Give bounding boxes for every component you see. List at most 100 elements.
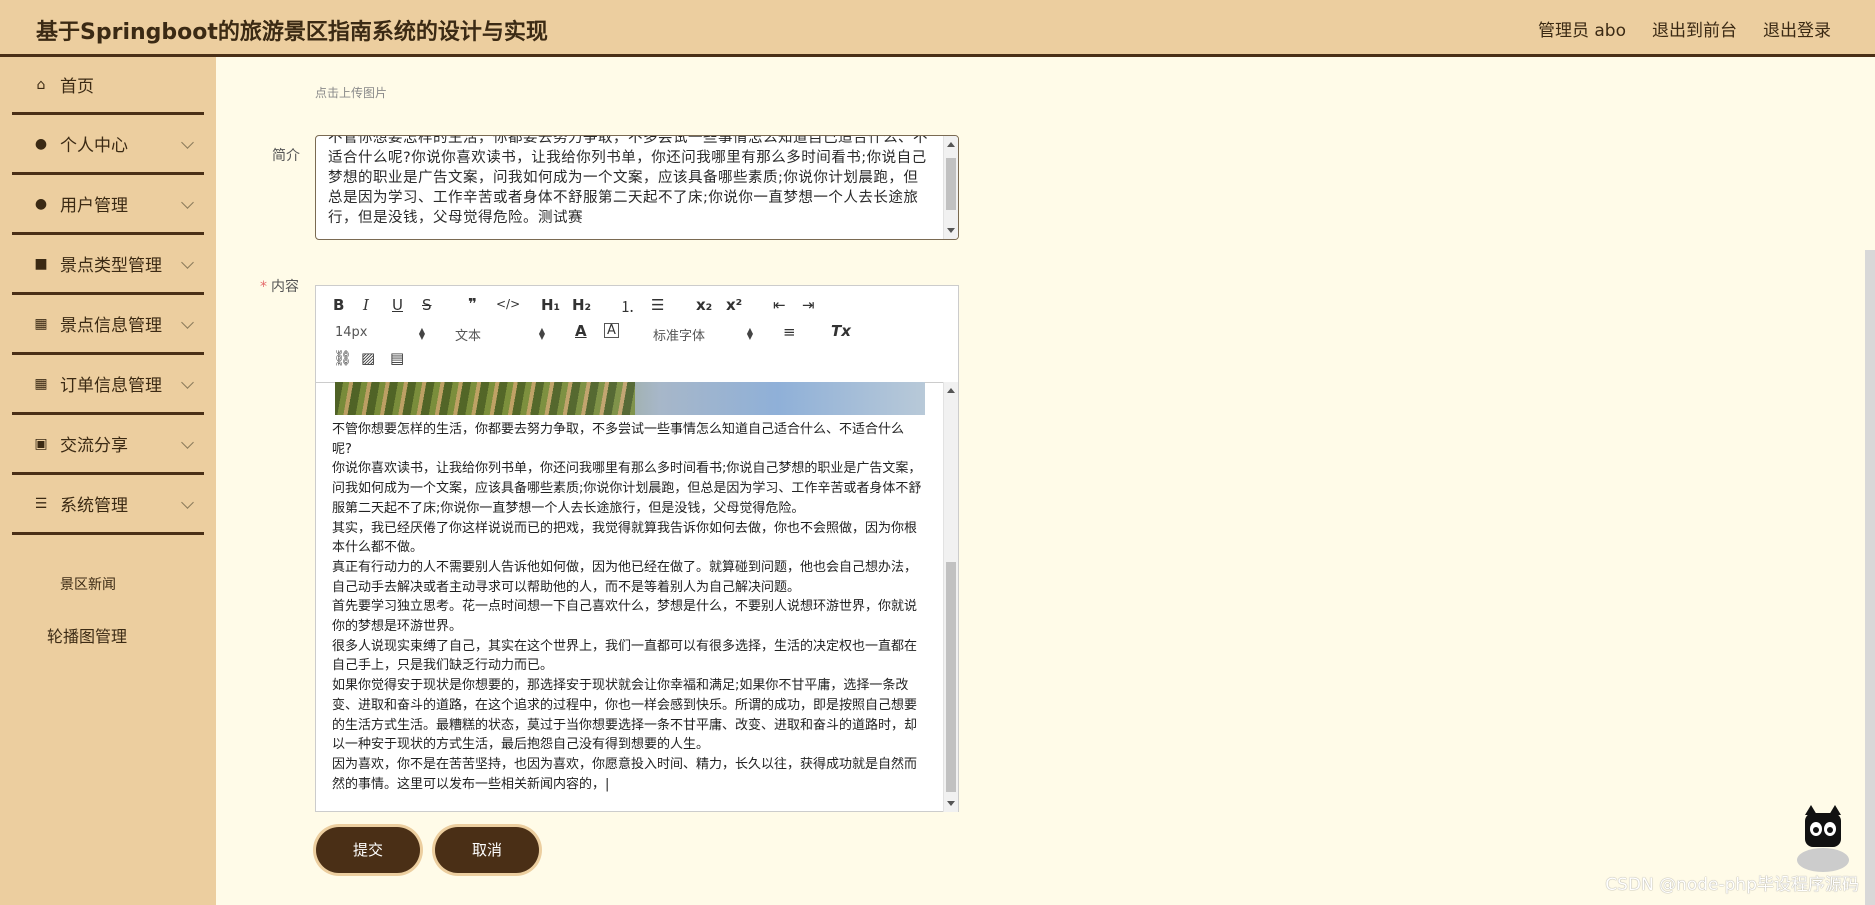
blockquote-button[interactable]: ❞	[468, 295, 477, 313]
page-scrollbar[interactable]	[1865, 0, 1875, 905]
font-size-picker[interactable]: 14px ▲ ▼	[335, 325, 425, 341]
admin-user-label[interactable]: 管理员 abo	[1538, 16, 1626, 41]
indent-icon[interactable]: ⇥	[802, 296, 815, 314]
content-paragraph: 首先要学习独立思考。花一点时间想一下自己喜欢什么，梦想是什么，不要别人说想环游世…	[332, 599, 918, 635]
font-family-picker[interactable]: 标准字体 ▲ ▼	[653, 325, 753, 345]
sidebar-item-personal[interactable]: ● 个人中心	[12, 115, 204, 175]
sidebar-subitem-carousel[interactable]: 轮播图管理	[47, 623, 127, 647]
content-paragraph: 其实，我已经厌倦了你这样说说而已的把戏，我觉得就算我告诉你如何去做，你也不会照做…	[332, 520, 918, 556]
picker-arrows-icon: ▲ ▼	[538, 326, 545, 341]
bullet-list-icon[interactable]: ☰	[651, 296, 664, 314]
sidebar-item-label: 订单信息管理	[60, 376, 162, 396]
scroll-thumb[interactable]	[946, 562, 956, 792]
editor-toolbar: B I U S ❞ </> H₁ H₂ ⒈ ☰ x₂ x² ⇤ ⇥ 14px ▲…	[316, 286, 958, 383]
image-icon[interactable]: ▨	[361, 349, 375, 367]
sidebar-item-orders[interactable]: ▦ 订单信息管理	[12, 355, 204, 415]
sidebar-item-label: 交流分享	[60, 436, 128, 456]
h1-button[interactable]: H₁	[541, 296, 560, 314]
csdn-watermark: CSDN @node-php毕设程序源码	[1605, 875, 1859, 895]
outdent-icon[interactable]: ⇤	[773, 296, 786, 314]
sidebar-item-spot-types[interactable]: ■ 景点类型管理	[12, 235, 204, 295]
font-family-value: 标准字体	[653, 329, 706, 344]
sidebar-item-label: 用户管理	[60, 196, 128, 216]
scroll-up-icon[interactable]	[947, 388, 955, 393]
background-color-icon[interactable]: A	[604, 323, 619, 338]
chevron-down-icon	[181, 136, 194, 149]
strike-button[interactable]: S	[422, 296, 432, 314]
header-links: 管理员 abo 退出到前台 退出登录	[1538, 16, 1831, 41]
scroll-down-icon[interactable]	[947, 801, 955, 806]
editor-content[interactable]: 不管你想要怎样的生活，你都要去努力争取，不多尝试一些事情怎么知道自己适合什么、不…	[316, 382, 958, 812]
sidebar-item-label: 个人中心	[60, 136, 128, 156]
user-icon: ●	[34, 195, 48, 212]
picker-arrows-icon: ▲ ▼	[418, 326, 425, 341]
header-picker[interactable]: 文本 ▲ ▼	[455, 325, 545, 345]
content-paragraph: 因为喜欢，你不是在苦苦坚持，也因为喜欢，你愿意投入时间、精力，长久以往，获得成功…	[332, 756, 918, 792]
intro-label: 简介	[272, 148, 300, 164]
link-icon[interactable]: ⛓	[333, 349, 352, 367]
home-icon: ⌂	[36, 76, 46, 93]
content-paragraph: 很多人说现实束缚了自己，其实在这个世界上，我们一直都可以有很多选择，生活的决定权…	[332, 638, 918, 674]
intro-scrollbar[interactable]	[943, 136, 958, 239]
content-label-text: 内容	[271, 279, 299, 295]
sidebar-item-label: 景点信息管理	[60, 316, 162, 336]
scroll-up-icon[interactable]	[947, 142, 955, 147]
user-icon: ●	[34, 135, 48, 152]
chevron-down-icon	[181, 316, 194, 329]
chevron-down-icon	[181, 376, 194, 389]
content-label: * 内容	[260, 276, 299, 296]
grid-icon: ▦	[34, 375, 48, 392]
upload-hint[interactable]: 点击上传图片	[315, 84, 387, 101]
align-icon[interactable]: ≡	[783, 323, 796, 341]
ordered-list-icon[interactable]: ⒈	[620, 296, 635, 317]
sidebar-item-spot-info[interactable]: ▦ 景点信息管理	[12, 295, 204, 355]
h2-button[interactable]: H₂	[572, 296, 591, 314]
sidebar-item-system[interactable]: ☰ 系统管理	[12, 475, 204, 535]
content-paragraph: 你说你喜欢读书，让我给你列书单，你还问我哪里有那么多时间看书;你说自己梦想的职业…	[332, 461, 922, 516]
underline-button[interactable]: U	[392, 296, 403, 314]
sidebar-item-share[interactable]: ▣ 交流分享	[12, 415, 204, 475]
clear-format-button[interactable]: Tx	[831, 322, 851, 340]
sidebar-item-home[interactable]: ⌂ 首页	[12, 57, 204, 115]
content-paragraph: 真正有行动力的人不需要别人告诉他如何做，因为他已经在做了。就算碰到问题，他也会自…	[332, 559, 918, 595]
content-image	[335, 382, 925, 415]
video-icon[interactable]: ▤	[390, 349, 404, 367]
page-scroll-thumb[interactable]	[1865, 250, 1875, 905]
sidebar-item-label: 系统管理	[60, 496, 128, 516]
cancel-button[interactable]: 取消	[435, 827, 539, 873]
chevron-down-icon	[181, 196, 194, 209]
chevron-down-icon	[181, 496, 194, 509]
intro-text: 不管你想要怎样的生活，你都要去努力争取，不多尝试一些事情怎么知道自己适合什么、不…	[328, 135, 928, 226]
clipboard-icon: ▣	[34, 435, 48, 452]
scroll-thumb[interactable]	[946, 158, 956, 210]
content-paragraph: 不管你想要怎样的生活，你都要去努力争取，不多尝试一些事情怎么知道自己适合什么、不…	[332, 422, 905, 457]
intro-textarea[interactable]: 不管你想要怎样的生活，你都要去努力争取，不多尝试一些事情怎么知道自己适合什么、不…	[315, 135, 959, 240]
font-color-icon[interactable]: A	[575, 322, 587, 340]
content-paragraph: 如果你觉得安于现状是你想要的，那选择安于现状就会让你幸福和满足;如果你不甘平庸，…	[332, 678, 918, 753]
header-picker-value: 文本	[455, 329, 482, 344]
sidebar-item-label: 景点类型管理	[60, 256, 162, 276]
picker-arrows-icon: ▲ ▼	[746, 326, 753, 341]
editor-scrollbar[interactable]	[943, 382, 958, 812]
bold-button[interactable]: B	[333, 296, 344, 314]
top-header: 基于Springboot的旅游景区指南系统的设计与实现 管理员 abo 退出到前…	[0, 0, 1875, 57]
front-link[interactable]: 退出到前台	[1652, 16, 1737, 41]
italic-button[interactable]: I	[363, 296, 369, 314]
sliders-icon: ☰	[34, 495, 48, 512]
superscript-button[interactable]: x²	[726, 296, 742, 314]
sidebar-subitem-news[interactable]: 景区新闻	[60, 574, 116, 594]
sidebar: ⌂ 首页 ● 个人中心 ● 用户管理 ■ 景点类型管理 ▦ 景点信息管理 ▦ 订…	[0, 57, 216, 905]
rich-text-editor[interactable]: B I U S ❞ </> H₁ H₂ ⒈ ☰ x₂ x² ⇤ ⇥ 14px ▲…	[315, 285, 959, 812]
logout-link[interactable]: 退出登录	[1763, 16, 1831, 41]
chevron-down-icon	[181, 256, 194, 269]
app-title: 基于Springboot的旅游景区指南系统的设计与实现	[36, 20, 548, 45]
mascot-image	[1797, 805, 1849, 872]
subscript-button[interactable]: x₂	[696, 296, 712, 314]
grid-icon: ▦	[34, 315, 48, 332]
required-mark: *	[260, 279, 267, 295]
chevron-down-icon	[181, 436, 194, 449]
scroll-down-icon[interactable]	[947, 228, 955, 233]
submit-button[interactable]: 提交	[316, 827, 420, 873]
code-button[interactable]: </>	[496, 297, 520, 311]
sidebar-item-users[interactable]: ● 用户管理	[12, 175, 204, 235]
